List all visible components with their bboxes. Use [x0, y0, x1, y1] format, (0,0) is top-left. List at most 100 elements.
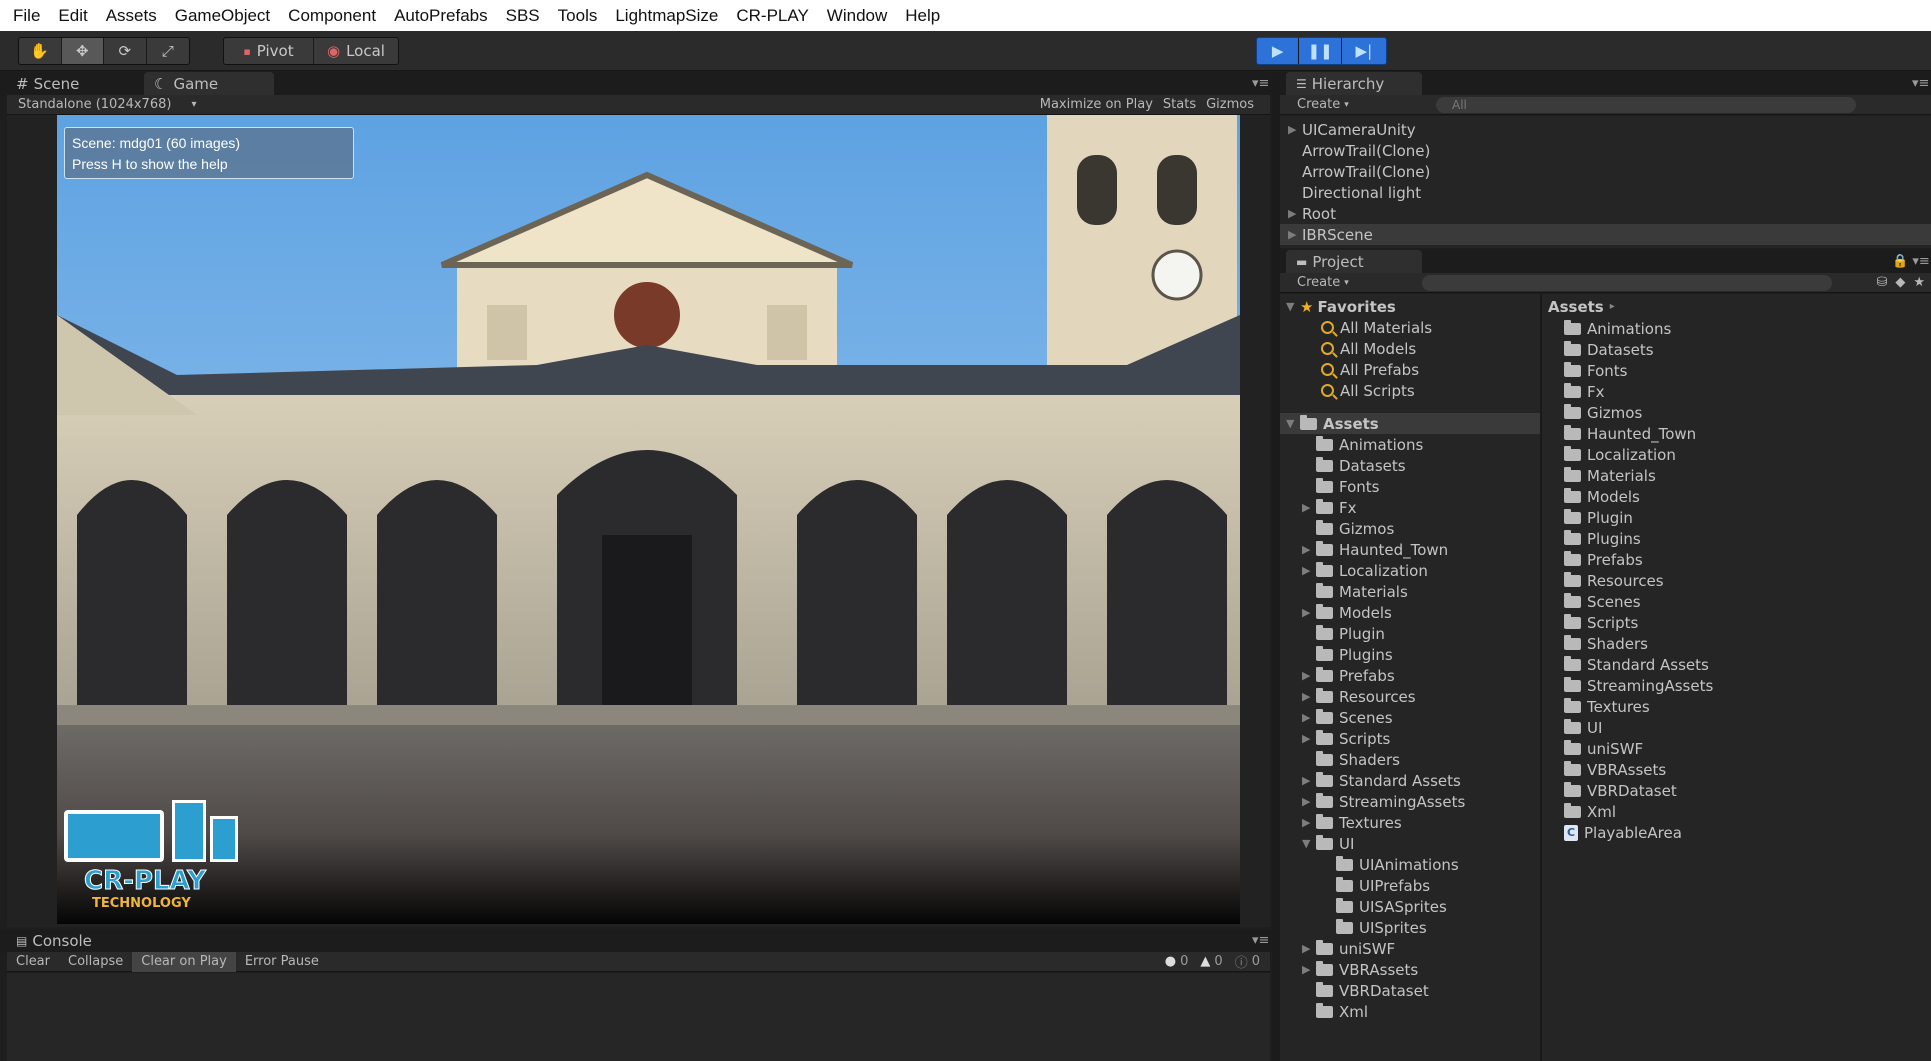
tree-folder-prefabs[interactable]: ▶ Prefabs: [1280, 665, 1540, 686]
expand-arrow-icon[interactable]: ▶: [1288, 123, 1302, 136]
tree-folder-streamingassets[interactable]: ▶ StreamingAssets: [1280, 791, 1540, 812]
tree-folder-resources[interactable]: ▶ Resources: [1280, 686, 1540, 707]
asset-folder-scripts[interactable]: Scripts: [1564, 612, 1638, 633]
asset-folder-localization[interactable]: Localization: [1564, 444, 1676, 465]
menu-cr-play[interactable]: CR-PLAY: [727, 0, 817, 31]
expand-arrow-icon[interactable]: ▶: [1302, 816, 1316, 829]
maximize-on-play-toggle[interactable]: Maximize on Play: [1040, 97, 1163, 112]
asset-folder-fonts[interactable]: Fonts: [1564, 360, 1627, 381]
hierarchy-item[interactable]: Directional light: [1280, 182, 1931, 203]
stats-toggle[interactable]: Stats: [1163, 97, 1206, 112]
asset-folder-resources[interactable]: Resources: [1564, 570, 1664, 591]
warning-count-toggle[interactable]: ▲ 0: [1200, 954, 1222, 969]
asset-folder-animations[interactable]: Animations: [1564, 318, 1671, 339]
tree-folder-shaders[interactable]: Shaders: [1280, 749, 1540, 770]
favorite-all-scripts[interactable]: All Scripts: [1280, 380, 1540, 401]
menu-edit[interactable]: Edit: [49, 0, 96, 31]
asset-folder-xml[interactable]: Xml: [1564, 801, 1616, 822]
tree-folder-materials[interactable]: Materials: [1280, 581, 1540, 602]
menu-tools[interactable]: Tools: [549, 0, 607, 31]
asset-folder-vbrdataset[interactable]: VBRDataset: [1564, 780, 1677, 801]
menu-help[interactable]: Help: [896, 0, 949, 31]
tab-project[interactable]: ▬ Project: [1286, 250, 1422, 274]
expand-arrow-icon[interactable]: ▶: [1302, 543, 1316, 556]
play-button[interactable]: ▶: [1257, 38, 1300, 64]
tree-folder-textures[interactable]: ▶ Textures: [1280, 812, 1540, 833]
expand-arrow-icon[interactable]: ▶: [1302, 711, 1316, 724]
expand-arrow-icon[interactable]: ▶: [1302, 690, 1316, 703]
project-menu-icon[interactable]: 🔒 ▾≡: [1892, 254, 1930, 269]
hierarchy-create-button[interactable]: Create: [1297, 97, 1340, 112]
asset-folder-vbrassets[interactable]: VBRAssets: [1564, 759, 1666, 780]
tree-folder-xml[interactable]: Xml: [1280, 1001, 1540, 1022]
tree-folder-haunted-town[interactable]: ▶ Haunted_Town: [1280, 539, 1540, 560]
menu-file[interactable]: File: [4, 0, 49, 31]
console-error-pause-button[interactable]: Error Pause: [236, 954, 328, 969]
expand-arrow-icon[interactable]: ▶: [1302, 669, 1316, 682]
menu-lightmapsize[interactable]: LightmapSize: [606, 0, 727, 31]
tab-game[interactable]: ☾ Game: [144, 72, 274, 96]
tree-folder-models[interactable]: ▶ Models: [1280, 602, 1540, 623]
expand-arrow-icon[interactable]: ▶: [1302, 795, 1316, 808]
collapse-arrow-icon[interactable]: ▼: [1286, 300, 1300, 313]
resolution-dropdown[interactable]: Standalone (1024x768): [18, 97, 171, 112]
breadcrumb-assets[interactable]: Assets: [1548, 298, 1604, 316]
asset-folder-standard-assets[interactable]: Standard Assets: [1564, 654, 1709, 675]
asset-folder-datasets[interactable]: Datasets: [1564, 339, 1654, 360]
tree-folder-uniswf[interactable]: ▶ uniSWF: [1280, 938, 1540, 959]
expand-arrow-icon[interactable]: ▶: [1302, 774, 1316, 787]
hierarchy-item[interactable]: ▶ IBRScene: [1280, 224, 1931, 245]
asset-folder-textures[interactable]: Textures: [1564, 696, 1650, 717]
collapse-arrow-icon[interactable]: ▼: [1286, 417, 1300, 430]
tree-folder-plugin[interactable]: Plugin: [1280, 623, 1540, 644]
pivot-button[interactable]: ▪ Pivot: [224, 38, 314, 64]
tree-folder-gizmos[interactable]: Gizmos: [1280, 518, 1540, 539]
expand-arrow-icon[interactable]: ▶: [1302, 564, 1316, 577]
pause-button[interactable]: ❚❚: [1299, 38, 1342, 64]
rotate-tool-button[interactable]: ⟳: [104, 38, 147, 64]
expand-arrow-icon[interactable]: ▶: [1302, 501, 1316, 514]
info-count-toggle[interactable]: ⓘ 0: [1235, 952, 1260, 971]
expand-arrow-icon[interactable]: ▶: [1302, 732, 1316, 745]
console-log-area[interactable]: [7, 973, 1270, 1061]
hierarchy-menu-icon[interactable]: ▾≡: [1912, 76, 1929, 91]
tree-folder-vbrassets[interactable]: ▶ VBRAssets: [1280, 959, 1540, 980]
tree-folder-scripts[interactable]: ▶ Scripts: [1280, 728, 1540, 749]
favorite-all-models[interactable]: All Models: [1280, 338, 1540, 359]
asset-folder-plugin[interactable]: Plugin: [1564, 507, 1633, 528]
tree-folder-fonts[interactable]: Fonts: [1280, 476, 1540, 497]
hierarchy-item[interactable]: ▶ UICameraUnity: [1280, 119, 1931, 140]
console-clear-on-play-button[interactable]: Clear on Play: [132, 951, 236, 972]
favorites-header[interactable]: ▼ ★ Favorites: [1280, 296, 1540, 317]
hierarchy-item[interactable]: ArrowTrail(Clone): [1280, 140, 1931, 161]
asset-folder-streamingassets[interactable]: StreamingAssets: [1564, 675, 1713, 696]
asset-folder-gizmos[interactable]: Gizmos: [1564, 402, 1642, 423]
tree-folder-vbrdataset[interactable]: VBRDataset: [1280, 980, 1540, 1001]
panel-menu-icon[interactable]: ▾≡: [1252, 76, 1269, 91]
menu-autoprefabs[interactable]: AutoPrefabs: [385, 0, 497, 31]
menu-assets[interactable]: Assets: [97, 0, 166, 31]
tab-console[interactable]: ▤ Console: [6, 929, 126, 953]
error-count-toggle[interactable]: ● 0: [1165, 954, 1189, 969]
project-create-button[interactable]: Create: [1297, 275, 1340, 290]
tree-folder-uiprefabs[interactable]: UIPrefabs: [1280, 875, 1540, 896]
expand-arrow-icon[interactable]: ▶: [1302, 942, 1316, 955]
tree-folder-uianimations[interactable]: UIAnimations: [1280, 854, 1540, 875]
console-collapse-button[interactable]: Collapse: [59, 954, 132, 969]
tree-folder-plugins[interactable]: Plugins: [1280, 644, 1540, 665]
move-tool-button[interactable]: ✥: [61, 38, 104, 64]
tree-folder-fx[interactable]: ▶ Fx: [1280, 497, 1540, 518]
menu-gameobject[interactable]: GameObject: [166, 0, 279, 31]
hierarchy-item[interactable]: ArrowTrail(Clone): [1280, 161, 1931, 182]
tab-scene[interactable]: # Scene: [6, 72, 130, 96]
asset-folder-plugins[interactable]: Plugins: [1564, 528, 1641, 549]
menu-window[interactable]: Window: [818, 0, 896, 31]
expand-arrow-icon[interactable]: ▶: [1288, 207, 1302, 220]
local-button[interactable]: ◉ Local: [314, 38, 398, 64]
menu-sbs[interactable]: SBS: [497, 0, 549, 31]
tree-folder-ui[interactable]: ▼ UI: [1280, 833, 1540, 854]
console-clear-button[interactable]: Clear: [7, 954, 59, 969]
tab-hierarchy[interactable]: ☰ Hierarchy: [1286, 72, 1422, 96]
asset-folder-fx[interactable]: Fx: [1564, 381, 1605, 402]
assets-root[interactable]: ▼ Assets: [1280, 413, 1540, 434]
